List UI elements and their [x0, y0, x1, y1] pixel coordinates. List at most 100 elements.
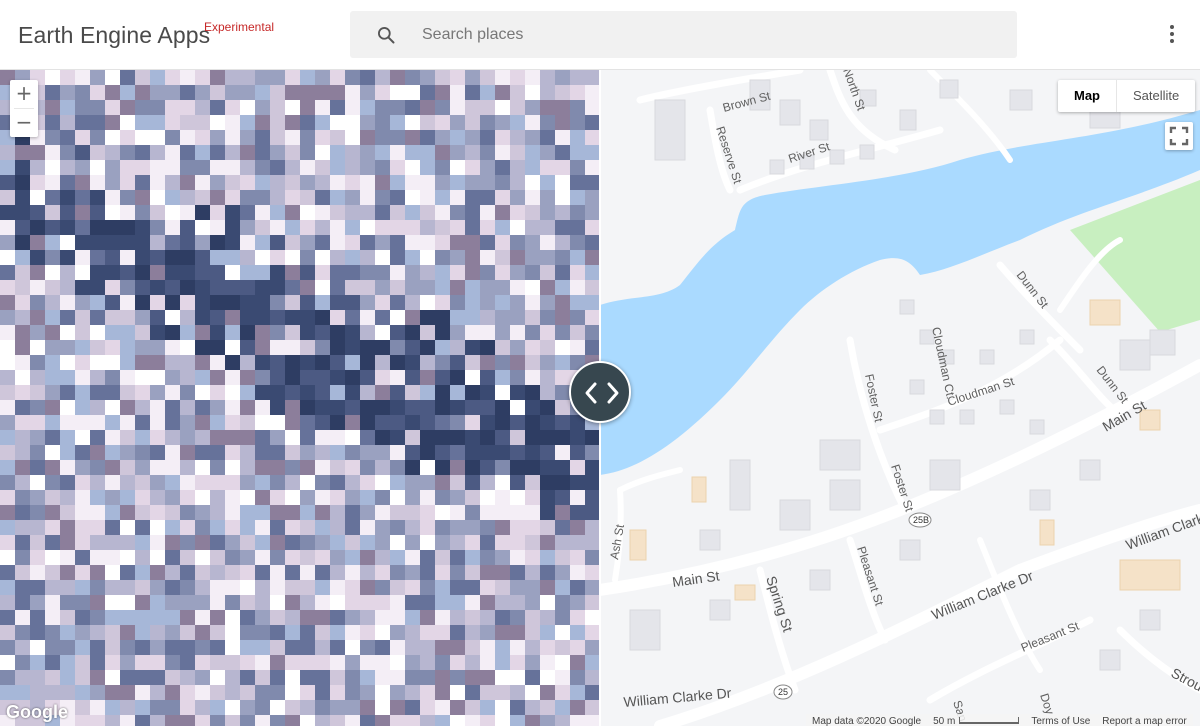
imagery-pixel [450, 580, 465, 595]
imagery-pixel [150, 670, 165, 685]
imagery-pixel [375, 580, 390, 595]
imagery-pixel [570, 295, 585, 310]
map-type-satellite-button[interactable]: Satellite [1117, 80, 1195, 112]
imagery-pixel [525, 490, 540, 505]
imagery-pixel [315, 490, 330, 505]
imagery-pixel [450, 130, 465, 145]
imagery-pixel [210, 415, 225, 430]
google-logo[interactable]: Google [6, 702, 68, 723]
imagery-pixel [525, 340, 540, 355]
imagery-pixel [495, 295, 510, 310]
imagery-pixel [555, 685, 570, 700]
imagery-pixel [150, 190, 165, 205]
imagery-pixel [270, 145, 285, 160]
imagery-pixel [225, 430, 240, 445]
more-options-button[interactable] [1160, 22, 1184, 48]
imagery-pixel [465, 85, 480, 100]
fullscreen-button[interactable] [1165, 122, 1193, 150]
imagery-pixel [315, 475, 330, 490]
terms-link[interactable]: Terms of Use [1025, 716, 1096, 726]
imagery-pixel [0, 535, 15, 550]
imagery-pixel [315, 190, 330, 205]
swipe-handle[interactable] [569, 361, 631, 423]
imagery-pixel [285, 280, 300, 295]
imagery-pixel [375, 310, 390, 325]
imagery-pixel [435, 400, 450, 415]
search-input[interactable] [422, 11, 1002, 58]
imagery-pixel [345, 85, 360, 100]
imagery-pixel [420, 580, 435, 595]
building [809, 569, 831, 591]
imagery-pixel [510, 460, 525, 475]
report-map-error-link[interactable]: Report a map error [1096, 716, 1192, 726]
imagery-pixel [465, 220, 480, 235]
satellite-pane[interactable]: + − Google [0, 70, 600, 726]
imagery-pixel [255, 205, 270, 220]
imagery-pixel [135, 625, 150, 640]
imagery-pixel [525, 520, 540, 535]
imagery-pixel [45, 130, 60, 145]
imagery-pixel [120, 160, 135, 175]
imagery-pixel [585, 100, 600, 115]
imagery-pixel [90, 640, 105, 655]
imagery-pixel [555, 70, 570, 85]
imagery-pixel [480, 430, 495, 445]
imagery-pixel [315, 685, 330, 700]
imagery-pixel [150, 70, 165, 85]
imagery-pixel [525, 475, 540, 490]
imagery-pixel [135, 235, 150, 250]
imagery-pixel [285, 475, 300, 490]
zoom-out-button[interactable]: − [10, 109, 38, 137]
imagery-pixel [315, 640, 330, 655]
imagery-pixel [270, 625, 285, 640]
map-type-map-button[interactable]: Map [1058, 80, 1116, 112]
map-area[interactable]: + − Google Brown St North St Reserve St … [0, 70, 1200, 726]
imagery-pixel [495, 115, 510, 130]
imagery-pixel [435, 565, 450, 580]
building [691, 476, 707, 503]
imagery-pixel [180, 175, 195, 190]
search-box[interactable] [350, 11, 1017, 58]
imagery-pixel [105, 415, 120, 430]
roadmap-pane[interactable]: Brown St North St Reserve St River St Du… [600, 70, 1200, 726]
building [1119, 559, 1181, 591]
imagery-pixel [225, 535, 240, 550]
imagery-pixel [30, 475, 45, 490]
imagery-pixel [120, 235, 135, 250]
imagery-pixel [195, 325, 210, 340]
imagery-pixel [195, 655, 210, 670]
imagery-pixel [240, 565, 255, 580]
app-title[interactable]: Earth Engine Apps [18, 22, 210, 49]
imagery-pixel [30, 265, 45, 280]
imagery-pixel [450, 445, 465, 460]
zoom-in-button[interactable]: + [10, 80, 38, 108]
imagery-pixel [60, 250, 75, 265]
imagery-pixel [495, 235, 510, 250]
imagery-pixel [105, 670, 120, 685]
imagery-pixel [330, 685, 345, 700]
imagery-pixel [105, 400, 120, 415]
imagery-pixel [120, 205, 135, 220]
search-icon[interactable] [376, 25, 396, 45]
imagery-pixel [75, 175, 90, 190]
imagery-pixel [435, 325, 450, 340]
imagery-pixel [300, 160, 315, 175]
imagery-pixel [105, 355, 120, 370]
imagery-pixel [15, 190, 30, 205]
imagery-pixel [150, 220, 165, 235]
imagery-pixel [270, 415, 285, 430]
imagery-pixel [375, 460, 390, 475]
imagery-pixel [420, 325, 435, 340]
imagery-pixel [510, 370, 525, 385]
imagery-pixel [345, 340, 360, 355]
imagery-pixel [375, 115, 390, 130]
imagery-pixel [120, 610, 135, 625]
imagery-pixel [405, 475, 420, 490]
imagery-pixel [555, 250, 570, 265]
building [809, 119, 829, 141]
imagery-pixel [0, 685, 15, 700]
imagery-pixel [420, 310, 435, 325]
imagery-pixel [180, 400, 195, 415]
imagery-pixel [480, 325, 495, 340]
scale-control[interactable]: 50 m [927, 716, 1025, 726]
